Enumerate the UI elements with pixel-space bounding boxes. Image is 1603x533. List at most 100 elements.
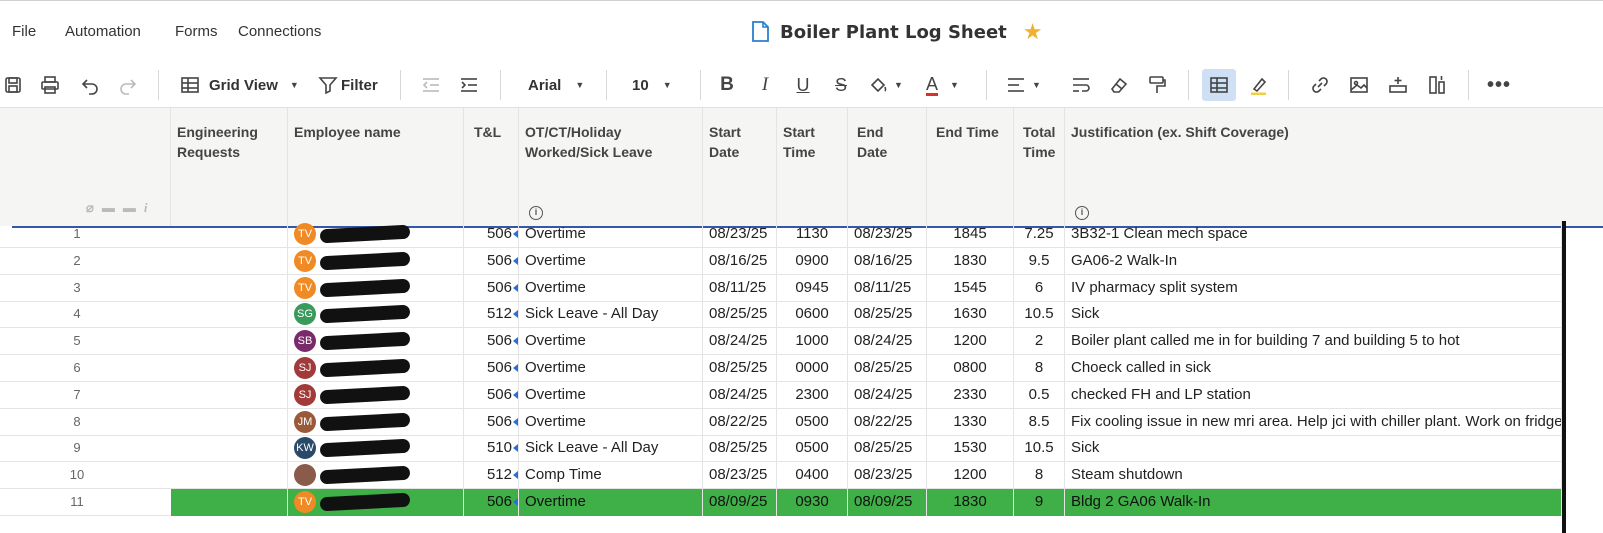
- cell-ot-type[interactable]: Overtime: [519, 381, 703, 409]
- cell-engineering-requests[interactable]: [171, 381, 288, 409]
- col-header-total-time[interactable]: Total Time: [1014, 108, 1065, 226]
- cell-start-time[interactable]: 0500: [777, 408, 848, 436]
- cell-start-time[interactable]: 0930: [777, 489, 848, 516]
- cell-end-date[interactable]: 08/22/25: [848, 408, 927, 436]
- cell-end-date[interactable]: 08/11/25: [848, 274, 927, 302]
- col-header-start-time[interactable]: Start Time: [777, 108, 848, 226]
- table-row[interactable]: 3 TV 506 Overtime 08/11/25 0945 08/11/25 1545 6 I…: [0, 274, 1565, 302]
- cell-total-time[interactable]: 0.5: [1014, 381, 1065, 409]
- table-row[interactable]: 11 TV 506 Overtime 08/09/25 0930 08/09/25 1830 9…: [0, 489, 1565, 516]
- insert-column-icon[interactable]: [1425, 72, 1449, 98]
- cell-ot-type[interactable]: Overtime: [519, 247, 703, 275]
- table-row[interactable]: 8 JM 506 Overtime 08/22/25 0500 08/22/25 1330 8.…: [0, 408, 1565, 436]
- cell-start-time[interactable]: 0400: [777, 462, 848, 490]
- menu-file[interactable]: File: [12, 23, 36, 40]
- cell-start-date[interactable]: 08/24/25: [703, 328, 777, 356]
- cell-justification[interactable]: Steam shutdown: [1065, 462, 1562, 490]
- cell-ot-type[interactable]: Overtime: [519, 221, 703, 248]
- cell-ot-type[interactable]: Overtime: [519, 489, 703, 516]
- cell-justification[interactable]: GA06-2 Walk-In: [1065, 247, 1562, 275]
- cell-tl[interactable]: 506: [464, 328, 519, 356]
- font-size-select[interactable]: 10 ▼: [632, 72, 674, 98]
- cell-total-time[interactable]: 8: [1014, 462, 1065, 490]
- cell-justification[interactable]: Boiler plant called me in for building 7…: [1065, 328, 1562, 356]
- link-icon[interactable]: [1308, 72, 1332, 98]
- cell-end-time[interactable]: 1530: [927, 435, 1014, 463]
- cell-start-time[interactable]: 0500: [777, 435, 848, 463]
- cell-end-time[interactable]: 1200: [927, 462, 1014, 490]
- print-icon[interactable]: [38, 72, 62, 98]
- cell-start-date[interactable]: 08/25/25: [703, 301, 777, 329]
- redo-icon[interactable]: [116, 72, 140, 98]
- cell-ot-type[interactable]: Comp Time: [519, 462, 703, 490]
- cell-start-time[interactable]: 0945: [777, 274, 848, 302]
- cell-ot-type[interactable]: Overtime: [519, 408, 703, 436]
- cell-ot-type[interactable]: Overtime: [519, 274, 703, 302]
- cell-employee-name[interactable]: JM: [288, 408, 464, 436]
- cell-engineering-requests[interactable]: [171, 435, 288, 463]
- cell-tl[interactable]: 506: [464, 247, 519, 275]
- insert-row-icon[interactable]: [1386, 72, 1410, 98]
- cell-employee-name[interactable]: SJ: [288, 381, 464, 409]
- cell-end-date[interactable]: 08/25/25: [848, 435, 927, 463]
- cell-tl[interactable]: 506: [464, 221, 519, 248]
- image-icon[interactable]: [1347, 72, 1371, 98]
- column-info-icon[interactable]: i: [1075, 206, 1089, 220]
- cell-justification[interactable]: checked FH and LP station: [1065, 381, 1562, 409]
- cell-start-time[interactable]: 0000: [777, 355, 848, 382]
- cell-start-date[interactable]: 08/22/25: [703, 408, 777, 436]
- cell-end-time[interactable]: 1545: [927, 274, 1014, 302]
- table-row[interactable]: 6 SJ 506 Overtime 08/25/25 0000 08/25/25 0800 8 C…: [0, 355, 1565, 382]
- cell-total-time[interactable]: 10.5: [1014, 435, 1065, 463]
- cell-start-date[interactable]: 08/23/25: [703, 221, 777, 248]
- more-options-icon[interactable]: •••: [1486, 72, 1512, 98]
- table-row[interactable]: 9 KW 510 Sick Leave - All Day 08/25/25 0500 08…: [0, 435, 1565, 463]
- cell-total-time[interactable]: 2: [1014, 328, 1065, 356]
- strikethrough-icon[interactable]: S: [830, 72, 852, 98]
- cell-start-date[interactable]: 08/16/25: [703, 247, 777, 275]
- cell-engineering-requests[interactable]: [171, 408, 288, 436]
- cell-end-date[interactable]: 08/23/25: [848, 221, 927, 248]
- highlighter-icon[interactable]: [1246, 72, 1270, 98]
- cell-justification[interactable]: Bldg 2 GA06 Walk-In: [1065, 489, 1562, 516]
- col-header-end-date[interactable]: End Date: [848, 108, 927, 226]
- cell-end-date[interactable]: 08/25/25: [848, 355, 927, 382]
- cell-employee-name[interactable]: [288, 462, 464, 490]
- table-row[interactable]: 7 SJ 506 Overtime 08/24/25 2300 08/24/25 2330 0.…: [0, 381, 1565, 409]
- favorite-star-icon[interactable]: ★: [1023, 19, 1043, 45]
- cell-tl[interactable]: 512: [464, 301, 519, 329]
- cell-employee-name[interactable]: TV: [288, 274, 464, 302]
- cell-start-date[interactable]: 08/25/25: [703, 435, 777, 463]
- cell-justification[interactable]: Sick: [1065, 435, 1562, 463]
- cell-engineering-requests[interactable]: [171, 328, 288, 356]
- cell-engineering-requests[interactable]: [171, 489, 288, 516]
- highlight-changes-grid-icon[interactable]: [1202, 69, 1236, 101]
- font-family-select[interactable]: Arial ▼: [528, 72, 586, 98]
- col-header-start-date[interactable]: Start Date: [703, 108, 777, 226]
- cell-start-date[interactable]: 08/11/25: [703, 274, 777, 302]
- col-header-tl[interactable]: T&L: [464, 108, 519, 226]
- cell-justification[interactable]: IV pharmacy split system: [1065, 274, 1562, 302]
- cell-end-date[interactable]: 08/24/25: [848, 381, 927, 409]
- cell-end-date[interactable]: 08/16/25: [848, 247, 927, 275]
- cell-end-date[interactable]: 08/09/25: [848, 489, 927, 516]
- cell-end-time[interactable]: 1830: [927, 247, 1014, 275]
- cell-end-date[interactable]: 08/25/25: [848, 301, 927, 329]
- cell-engineering-requests[interactable]: [171, 355, 288, 382]
- table-row[interactable]: 4 SG 512 Sick Leave - All Day 08/25/25 0600 08…: [0, 301, 1565, 329]
- cell-total-time[interactable]: 8: [1014, 355, 1065, 382]
- col-header-justification[interactable]: Justification (ex. Shift Coverage) i: [1065, 108, 1603, 226]
- bold-icon[interactable]: B: [716, 72, 738, 98]
- cell-end-time[interactable]: 1830: [927, 489, 1014, 516]
- italic-icon[interactable]: I: [754, 72, 776, 98]
- cell-start-date[interactable]: 08/09/25: [703, 489, 777, 516]
- cell-end-time[interactable]: 1630: [927, 301, 1014, 329]
- cell-ot-type[interactable]: Sick Leave - All Day: [519, 435, 703, 463]
- cell-ot-type[interactable]: Overtime: [519, 355, 703, 382]
- cell-start-time[interactable]: 2300: [777, 381, 848, 409]
- clear-format-eraser-icon[interactable]: [1108, 72, 1130, 98]
- table-row[interactable]: 10 512 Comp Time 08/23/25 0400 08/23/25 1200 8 S…: [0, 462, 1565, 490]
- cell-total-time[interactable]: 9.5: [1014, 247, 1065, 275]
- cell-ot-type[interactable]: Overtime: [519, 328, 703, 356]
- cell-tl[interactable]: 506: [464, 381, 519, 409]
